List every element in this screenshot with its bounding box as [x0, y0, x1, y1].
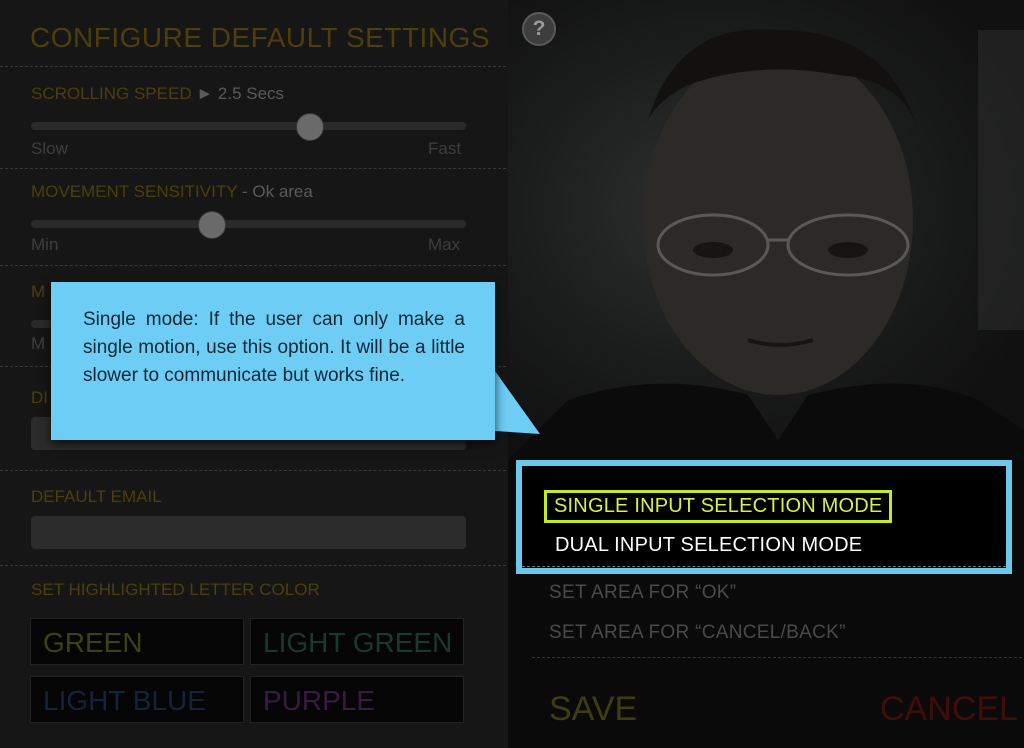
help-button[interactable]: ? — [522, 12, 556, 46]
cancel-button[interactable]: CANCEL — [880, 690, 1018, 729]
question-icon: ? — [532, 17, 546, 40]
divider — [0, 265, 506, 266]
slider-min-label: Min — [31, 235, 59, 254]
movement-sensitivity-label: MOVEMENT SENSITIVITY — [31, 182, 238, 201]
set-area-cancel-back[interactable]: SET AREA FOR “CANCEL/BACK” — [549, 622, 846, 644]
slider-handle[interactable] — [197, 211, 226, 239]
color-option-light-green[interactable]: LIGHT GREEN — [250, 618, 464, 665]
movement-sensitivity-value: - Ok area — [241, 182, 313, 201]
color-option-green[interactable]: GREEN — [30, 618, 244, 665]
scrolling-speed-row: SCROLLING SPEED ► 2.5 Secs — [31, 84, 284, 104]
scrolling-speed-slider[interactable] — [31, 113, 466, 141]
scrolling-speed-label: SCROLLING SPEED — [31, 84, 192, 103]
email-field[interactable] — [31, 516, 466, 549]
divider — [0, 168, 506, 169]
page-title: CONFIGURE DEFAULT SETTINGS — [30, 22, 491, 53]
scrolling-speed-value: ► 2.5 Secs — [196, 84, 285, 103]
save-button[interactable]: SAVE — [549, 690, 637, 729]
slider-min-label: M — [31, 334, 46, 353]
slider-min-label: Slow — [31, 139, 68, 158]
camera-preview — [508, 0, 1024, 460]
divider — [522, 566, 1006, 567]
default-email-label: DEFAULT EMAIL — [31, 487, 162, 506]
slider-max-label: Fast — [428, 139, 462, 158]
color-option-light-blue[interactable]: LIGHT BLUE — [30, 676, 244, 723]
divider — [0, 470, 506, 471]
divider — [0, 66, 506, 67]
set-area-ok[interactable]: SET AREA FOR “OK” — [549, 582, 736, 604]
highlight-color-label: SET HIGHLIGHTED LETTER COLOR — [31, 580, 320, 599]
selection-mode-menu: SINGLE INPUT SELECTION MODE DUAL INPUT S… — [516, 460, 1012, 574]
tooltip: Single mode: If the user can only make a… — [51, 282, 495, 440]
third-setting-label: M — [31, 282, 46, 301]
movement-sensitivity-slider[interactable] — [31, 211, 466, 239]
color-option-purple[interactable]: PURPLE — [250, 676, 464, 723]
movement-sensitivity-row: MOVEMENT SENSITIVITY - Ok area — [31, 182, 313, 202]
slider-handle[interactable] — [295, 113, 324, 141]
mode-single-input[interactable]: SINGLE INPUT SELECTION MODE — [544, 490, 893, 523]
tooltip-text: Single mode: If the user can only make a… — [83, 309, 465, 386]
face-silhouette-icon — [508, 29, 1024, 460]
mode-dual-input[interactable]: DUAL INPUT SELECTION MODE — [555, 534, 862, 557]
divider — [0, 565, 506, 566]
fourth-setting-label: DI — [31, 388, 48, 407]
slider-max-label: Max — [428, 235, 461, 254]
divider — [532, 657, 1022, 658]
